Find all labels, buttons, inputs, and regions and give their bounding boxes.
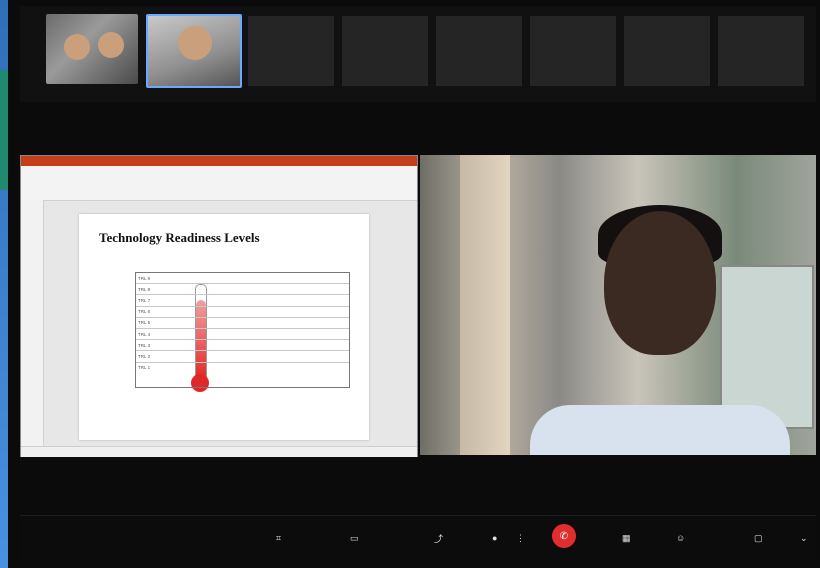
meeting-controls: ⌗ ▭ ⤴ ● ⋮ ✆ ▦ ☺ ▢ ⌄ xyxy=(20,515,816,560)
participants-icon: ☺ xyxy=(676,533,686,543)
stop-video-button[interactable]: ▭ xyxy=(350,530,362,546)
more-icon: ⋮ xyxy=(516,532,525,543)
slide-side-label xyxy=(81,270,105,290)
table-row: TRL 4 xyxy=(136,329,349,341)
chat-button[interactable]: ▢ xyxy=(754,530,766,546)
trl-level: TRL 2 xyxy=(138,353,151,359)
screen-edge-accent xyxy=(0,70,8,190)
mic-icon: ● xyxy=(492,533,498,543)
main-stage: Technology Readiness Levels TRL 9 TRL 8 xyxy=(20,155,816,457)
slide-title: Technology Readiness Levels xyxy=(99,230,260,245)
slide-side-label xyxy=(81,310,105,330)
meeting-window: Technology Readiness Levels TRL 9 TRL 8 xyxy=(8,0,820,568)
presentation-titlebar xyxy=(21,156,417,166)
chevron-down-button[interactable]: ⌄ xyxy=(800,530,808,546)
leave-button[interactable]: ✆ xyxy=(552,524,576,548)
speaker-video[interactable] xyxy=(420,155,816,455)
participant-thumbnail[interactable] xyxy=(46,14,138,84)
trl-table: TRL 9 TRL 8 TRL 7 TRL 6 TRL 5 TRL 4 TRL … xyxy=(135,272,350,388)
table-row: TRL 3 xyxy=(136,340,349,352)
trl-level: TRL 9 xyxy=(138,275,151,281)
trl-level: TRL 5 xyxy=(138,320,151,326)
trl-level: TRL 4 xyxy=(138,331,151,337)
participant-tile[interactable] xyxy=(718,16,804,86)
screen-share-view[interactable]: Technology Readiness Levels TRL 9 TRL 8 xyxy=(20,155,418,457)
table-row: TRL 1 xyxy=(136,363,349,373)
presentation-sidebar xyxy=(21,200,44,446)
participant-avatar xyxy=(98,32,124,58)
participant-thumbnail-active[interactable] xyxy=(146,14,242,88)
screen-edge xyxy=(0,0,8,568)
table-row: TRL 2 xyxy=(136,351,349,363)
more-button[interactable]: ⋮ xyxy=(516,530,525,546)
slide-side-labels xyxy=(81,270,105,390)
speaker-shirt xyxy=(530,405,790,455)
mic-button[interactable]: ● xyxy=(492,530,497,546)
participant-tile[interactable] xyxy=(530,16,616,86)
trl-level: TRL 8 xyxy=(138,286,151,292)
chevron-down-icon: ⌄ xyxy=(800,532,808,543)
trl-level: TRL 3 xyxy=(138,342,151,348)
slide-side-label xyxy=(81,290,105,310)
participant-tile[interactable] xyxy=(624,16,710,86)
slide-side-label xyxy=(81,330,105,350)
participant-tile[interactable] xyxy=(436,16,522,86)
table-row: TRL 5 xyxy=(136,318,349,329)
trl-level: TRL 1 xyxy=(138,365,151,371)
participant-avatar xyxy=(178,26,212,60)
speaker-face xyxy=(604,211,716,355)
background-pillar xyxy=(460,155,510,455)
apps-icon: ▦ xyxy=(622,532,631,543)
slide-side-label xyxy=(81,350,105,370)
camera-icon: ⌗ xyxy=(276,532,282,543)
chat-icon: ▢ xyxy=(754,532,763,543)
video-icon: ▭ xyxy=(350,532,359,543)
participant-avatar xyxy=(64,34,90,60)
slide: Technology Readiness Levels TRL 9 TRL 8 xyxy=(79,214,369,440)
share-icon: ⤴ xyxy=(434,533,444,544)
presentation-ribbon xyxy=(21,166,417,201)
trl-level: TRL 7 xyxy=(138,297,151,303)
table-row: TRL 6 xyxy=(136,307,349,318)
share-button[interactable]: ⤴ xyxy=(434,530,446,546)
participants-button[interactable]: ☺ xyxy=(676,530,688,546)
apps-button[interactable]: ▦ xyxy=(622,530,634,546)
camera-button[interactable]: ⌗ xyxy=(276,530,284,546)
trl-level: TRL 6 xyxy=(138,309,151,315)
slide-side-label xyxy=(81,370,105,390)
leave-icon: ✆ xyxy=(559,530,569,542)
participant-tile[interactable] xyxy=(248,16,334,86)
presentation-statusbar xyxy=(21,446,417,457)
participant-strip xyxy=(20,6,816,102)
table-row: TRL 9 xyxy=(136,273,349,285)
table-row: TRL 7 xyxy=(136,295,349,307)
participant-tile[interactable] xyxy=(342,16,428,86)
table-row: TRL 8 xyxy=(136,284,349,296)
